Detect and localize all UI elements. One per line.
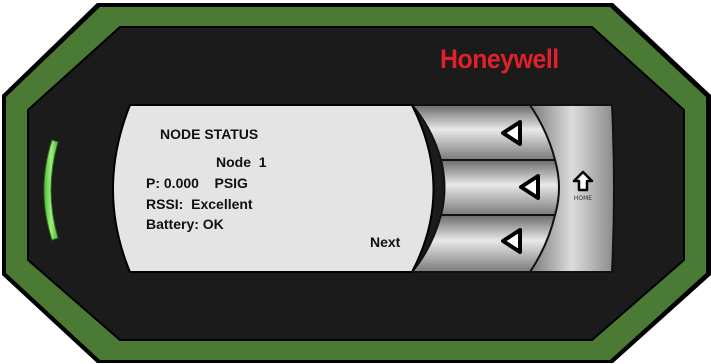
middle-softkey-button[interactable]	[439, 159, 560, 216]
pressure-readout: P: 0.000 PSIG	[146, 175, 248, 191]
device-panel	[2, 3, 711, 363]
node-label: Node 1	[216, 154, 267, 170]
battery-readout: Battery: OK	[146, 216, 224, 232]
softkey-label-next: Next	[370, 234, 401, 250]
screen-title: NODE STATUS	[160, 126, 259, 142]
rssi-readout: RSSI: Excellent	[146, 196, 253, 212]
brand-logo: Honeywell	[440, 44, 559, 74]
home-label: HOME	[573, 195, 593, 202]
